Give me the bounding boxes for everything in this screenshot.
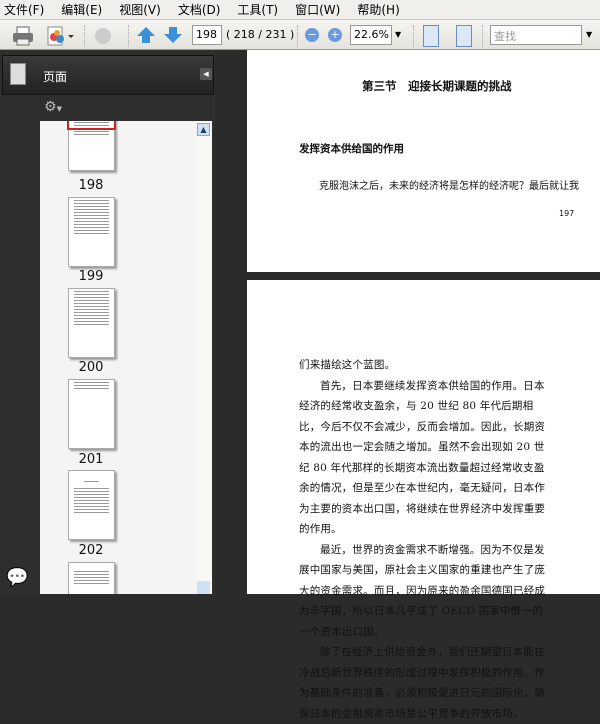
options-gear-button[interactable]: ⚙▼ — [44, 99, 62, 115]
pages-panel: 页面 ◀ ⚙▼ 198 199 200 201 202 ▲ 💬 — [0, 50, 215, 594]
separator — [128, 25, 130, 47]
scroll-up-button[interactable]: ▲ — [197, 123, 210, 136]
zoom-out-button[interactable]: − — [305, 28, 319, 42]
pages-icon — [10, 63, 26, 85]
menu-window[interactable]: 窗口(W) — [295, 1, 340, 18]
collaborate-button[interactable] — [46, 25, 78, 47]
separator — [482, 25, 484, 47]
zoom-input[interactable]: 22.6% — [350, 25, 392, 45]
thumbnail-label: 202 — [78, 543, 104, 558]
menu-edit[interactable]: 编辑(E) — [61, 1, 102, 18]
viewport-indicator[interactable] — [67, 121, 116, 130]
search-dropdown-icon[interactable]: ▼ — [586, 30, 592, 39]
menu-file[interactable]: 文件(F) — [4, 1, 44, 18]
thumbnail-list: 198 199 200 201 202 ▲ — [40, 121, 212, 594]
share-icon — [92, 25, 114, 47]
subheading: 发挥资本供给国的作用 — [299, 143, 404, 155]
next-page-button[interactable] — [163, 25, 183, 45]
separator — [84, 25, 86, 47]
collapse-panel-button[interactable]: ◀ — [200, 68, 212, 80]
document-page-197: 第三节 迎接长期课题的挑战 发挥资本供给国的作用 克服泡沫之后，未来的经济将是怎… — [247, 50, 600, 272]
fit-page-button[interactable] — [456, 25, 472, 47]
print-button[interactable] — [11, 25, 35, 47]
menu-document[interactable]: 文档(D) — [178, 1, 221, 18]
paragraph: 最近，世界的资金需求不断增强。因为不仅是发展中国家与美国，原社会主义国家的重建也… — [299, 543, 546, 638]
zoom-dropdown-icon[interactable]: ▼ — [395, 30, 401, 39]
separator — [297, 25, 299, 47]
menu-bar: 文件(F) 编辑(E) 视图(V) 文档(D) 工具(T) 窗口(W) 帮助(H… — [0, 0, 600, 19]
zoom-in-button[interactable]: + — [328, 28, 342, 42]
menu-help[interactable]: 帮助(H) — [357, 1, 399, 18]
thumbnail-200[interactable] — [68, 288, 115, 358]
paragraph: 除了在经济上供给资金外，我们还期望日本能在冷战后新世界秩序的形成过程中发挥积极的… — [299, 646, 546, 720]
thumbnail-label: 198 — [78, 178, 104, 193]
panel-title: 页面 — [43, 70, 68, 84]
thumbnail-label: 201 — [78, 452, 104, 467]
menu-tools[interactable]: 工具(T) — [237, 1, 278, 18]
scroll-down-button[interactable] — [197, 581, 210, 594]
thumbnail-scrollbar[interactable]: ▲ — [197, 121, 211, 594]
thumbnail-label: 199 — [78, 269, 104, 284]
paragraph: 首先，日本要继续发挥资本供给国的作用。日本经济的经常收支盈余，与 20 世纪 8… — [299, 379, 546, 536]
thumbnail-202[interactable] — [68, 470, 115, 540]
toolbar: 198 ( 218 / 231 ) − + 22.6% ▼ 查找 ▼ — [0, 19, 600, 50]
comments-icon[interactable]: 💬 — [6, 567, 28, 588]
menu-view[interactable]: 视图(V) — [119, 1, 161, 18]
thumbnail-201[interactable] — [68, 379, 115, 449]
thumbnail-label: 200 — [78, 360, 104, 375]
previous-page-button[interactable] — [136, 25, 156, 45]
document-page-198: 们来描绘这个蓝图。 首先，日本要继续发挥资本供给国的作用。日本经济的经常收支盈余… — [247, 280, 600, 720]
page-number: 197 — [559, 209, 575, 218]
thumbnail-203[interactable] — [68, 562, 115, 594]
separator — [413, 25, 415, 47]
page-number-input[interactable]: 198 — [192, 25, 222, 45]
search-input[interactable]: 查找 — [490, 25, 582, 45]
body-text: 克服泡沫之后，未来的经济将是怎样的经济呢？最后就让我 — [319, 181, 579, 192]
paragraph: 们来描绘这个蓝图。 — [299, 359, 396, 371]
section-heading: 第三节 迎接长期课题的挑战 — [362, 79, 512, 93]
fit-width-button[interactable] — [423, 25, 439, 47]
thumbnail-199[interactable] — [68, 197, 115, 267]
page-count: ( 218 / 231 ) — [226, 28, 295, 41]
panel-header: 页面 ◀ — [2, 55, 214, 95]
thumbnail-198[interactable] — [67, 121, 116, 171]
